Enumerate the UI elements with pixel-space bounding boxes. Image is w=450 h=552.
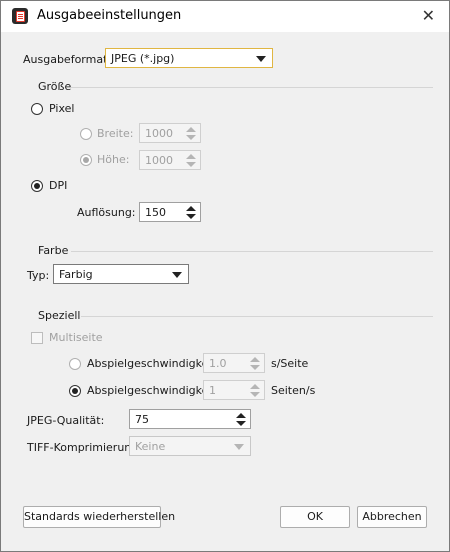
multipage-checkbox[interactable]	[31, 332, 43, 344]
spin-down-icon	[250, 392, 260, 397]
close-icon[interactable]: ✕	[422, 7, 435, 25]
spin-up-icon	[250, 384, 260, 389]
spin-up-icon	[186, 154, 196, 159]
tiff-compression-select[interactable]: Keine	[129, 436, 251, 456]
height-value: 1000	[145, 154, 173, 167]
pixel-radio[interactable]	[31, 103, 43, 115]
settings-dialog: Ausgabeeinstellungen ✕ Ausgabeformat: JP…	[0, 0, 450, 552]
width-radio[interactable]	[80, 128, 92, 140]
jpeg-quality-label: JPEG-Qualität:	[27, 414, 105, 427]
jpeg-quality-value: 75	[135, 413, 149, 426]
output-format-select[interactable]: JPEG (*.jpg)	[105, 48, 273, 68]
speed1-radio[interactable]	[69, 358, 81, 370]
spin-down-icon	[186, 135, 196, 140]
app-icon	[12, 8, 28, 24]
ok-button[interactable]: OK	[280, 506, 350, 528]
window-title: Ausgabeeinstellungen	[37, 8, 182, 23]
spin-up-icon	[186, 206, 196, 211]
speed2-label: Abspielgeschwindigkeit:	[87, 384, 220, 397]
speed1-value: 1.0	[209, 357, 227, 370]
spin-down-icon	[236, 421, 246, 426]
speed2-value: 1	[209, 384, 216, 397]
tiff-compression-value: Keine	[135, 440, 166, 453]
speed1-label: Abspielgeschwindigkeit:	[87, 357, 220, 370]
dpi-radio[interactable]	[31, 180, 43, 192]
cancel-button[interactable]: Abbrechen	[357, 506, 427, 528]
special-group-title: Speziell	[38, 309, 81, 322]
size-group-title: Größe	[38, 80, 72, 93]
output-format-value: JPEG (*.jpg)	[111, 52, 175, 65]
speed2-unit: Seiten/s	[271, 384, 316, 397]
height-spinbox[interactable]: 1000	[139, 150, 201, 170]
output-format-label: Ausgabeformat:	[23, 53, 112, 66]
width-spinbox[interactable]: 1000	[139, 123, 201, 143]
jpeg-quality-spinbox[interactable]: 75	[129, 409, 251, 429]
resolution-spinbox[interactable]: 150	[139, 202, 201, 222]
dialog-content: Ausgabeformat: JPEG (*.jpg) Größe Pixel …	[1, 32, 449, 551]
restore-defaults-button[interactable]: Standards wiederherstellen	[23, 506, 175, 528]
speed1-unit: s/Seite	[271, 357, 309, 370]
tiff-compression-label: TIFF-Komprimierung:	[27, 441, 142, 454]
height-radio[interactable]	[80, 154, 92, 166]
height-label: Höhe:	[97, 153, 130, 166]
chevron-down-icon	[172, 272, 182, 278]
title-bar: Ausgabeeinstellungen ✕	[1, 1, 449, 32]
resolution-label: Auflösung:	[77, 206, 136, 219]
type-label: Typ:	[27, 269, 50, 282]
speed2-spinbox[interactable]: 1	[203, 380, 265, 400]
resolution-value: 150	[145, 206, 166, 219]
color-type-select[interactable]: Farbig	[53, 264, 189, 284]
speed2-radio[interactable]	[69, 385, 81, 397]
chevron-down-icon	[234, 444, 244, 450]
width-value: 1000	[145, 127, 173, 140]
color-group-title: Farbe	[38, 244, 69, 257]
width-label: Breite:	[97, 127, 134, 140]
color-group-divider	[71, 251, 433, 252]
spin-up-icon	[236, 413, 246, 418]
multipage-label: Multiseite	[49, 331, 103, 344]
special-group-divider	[81, 316, 433, 317]
chevron-down-icon	[256, 56, 266, 62]
spin-down-icon	[250, 365, 260, 370]
spin-down-icon	[186, 162, 196, 167]
spin-up-icon	[186, 127, 196, 132]
spin-up-icon	[250, 357, 260, 362]
pixel-label: Pixel	[49, 102, 75, 115]
color-type-value: Farbig	[59, 268, 93, 281]
size-group-divider	[71, 87, 433, 88]
speed1-spinbox[interactable]: 1.0	[203, 353, 265, 373]
dpi-label: DPI	[49, 179, 68, 192]
spin-down-icon	[186, 214, 196, 219]
